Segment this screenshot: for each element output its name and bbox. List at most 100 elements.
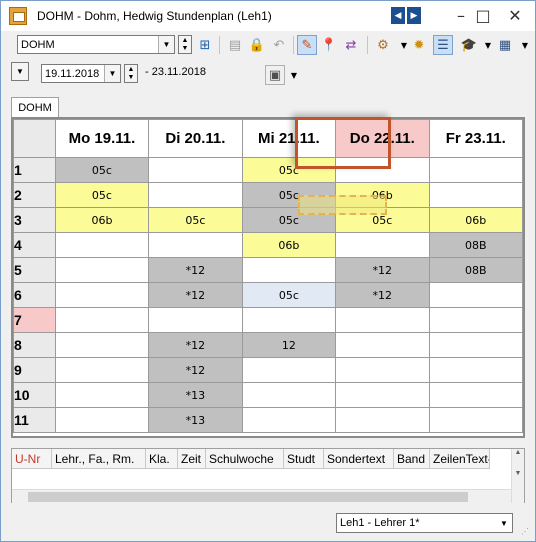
timetable-row: 9 *12 bbox=[13, 357, 524, 383]
lesson-cell[interactable] bbox=[428, 157, 524, 183]
lesson-cell[interactable]: *13 bbox=[148, 407, 243, 433]
lesson-cell[interactable]: 05c bbox=[54, 157, 150, 183]
lesson-cell[interactable] bbox=[428, 382, 524, 408]
settings-dropdown-icon[interactable]: ⚙ bbox=[373, 35, 393, 55]
lesson-cell[interactable]: 05c bbox=[54, 182, 150, 208]
detail-column-header[interactable]: Schulwoche bbox=[206, 449, 284, 469]
lesson-cell[interactable]: *13 bbox=[148, 382, 243, 408]
detail-column-header[interactable]: Zeit bbox=[178, 449, 206, 469]
lesson-cell[interactable]: 12 bbox=[241, 332, 337, 358]
day-header[interactable]: Do 22.11. bbox=[335, 119, 430, 158]
detail-column-header[interactable]: ZeilenText-2 bbox=[430, 449, 490, 469]
lesson-cell[interactable]: *12 bbox=[335, 257, 430, 283]
lesson-cell[interactable]: 05c bbox=[148, 207, 243, 233]
close-button[interactable]: ✕ bbox=[495, 1, 535, 29]
day-header[interactable]: Mo 19.11. bbox=[54, 119, 150, 158]
lesson-cell[interactable]: 06b bbox=[428, 207, 524, 233]
day-header[interactable]: Di 20.11. bbox=[148, 119, 243, 158]
lesson-cell[interactable] bbox=[54, 357, 150, 383]
lesson-cell[interactable] bbox=[335, 407, 430, 433]
resize-grip-icon[interactable]: ⋰ bbox=[521, 527, 531, 537]
lock-icon[interactable]: 🔒 bbox=[247, 35, 267, 55]
lesson-cell[interactable] bbox=[54, 257, 150, 283]
lesson-cell[interactable]: *12 bbox=[335, 282, 430, 308]
lesson-cell[interactable] bbox=[241, 357, 337, 383]
lesson-cell[interactable] bbox=[148, 232, 243, 258]
element-spinner[interactable]: ▲ ▼ bbox=[178, 35, 192, 54]
lesson-cell[interactable] bbox=[148, 307, 243, 333]
lesson-cell[interactable] bbox=[148, 157, 243, 183]
format-select[interactable]: Leh1 - Lehrer 1* ▼ bbox=[336, 513, 513, 533]
day-header[interactable]: Fr 23.11. bbox=[428, 119, 524, 158]
date-spinner[interactable]: ▲ ▼ bbox=[124, 64, 138, 83]
pin-icon[interactable]: 📍 bbox=[319, 35, 339, 55]
chevron-down-icon[interactable]: ▼ bbox=[158, 36, 174, 53]
lesson-cell[interactable] bbox=[428, 282, 524, 308]
chevron-down-icon[interactable]: ▼ bbox=[104, 65, 120, 82]
lesson-cell[interactable] bbox=[54, 232, 150, 258]
detail-column-header[interactable]: U-Nr bbox=[12, 449, 52, 469]
expand-icon[interactable]: ⊞ bbox=[195, 35, 215, 55]
chevron-down-icon[interactable]: ▼ bbox=[515, 35, 535, 55]
lesson-cell[interactable] bbox=[428, 407, 524, 433]
lesson-cell[interactable] bbox=[54, 282, 150, 308]
lesson-cell[interactable] bbox=[335, 157, 430, 183]
lesson-cell[interactable]: 05c bbox=[241, 282, 337, 308]
lesson-cell[interactable] bbox=[148, 182, 243, 208]
lesson-cell[interactable] bbox=[335, 232, 430, 258]
next-element-button[interactable]: ▶ bbox=[407, 7, 421, 24]
drop-target-cell[interactable] bbox=[298, 195, 387, 215]
lesson-cell[interactable]: 06b bbox=[241, 232, 337, 258]
lesson-cell[interactable]: *12 bbox=[148, 332, 243, 358]
lesson-cell[interactable] bbox=[428, 182, 524, 208]
vertical-scrollbar[interactable]: ▲ ▼ bbox=[511, 449, 524, 503]
gear-icon[interactable]: ✹ bbox=[409, 35, 429, 55]
lesson-cell[interactable]: *12 bbox=[148, 282, 243, 308]
undo-icon[interactable]: ↶ bbox=[269, 35, 289, 55]
lesson-cell[interactable]: *12 bbox=[148, 257, 243, 283]
detail-column-header[interactable]: Sondertext bbox=[324, 449, 394, 469]
element-select[interactable]: DOHM ▼ bbox=[17, 35, 175, 54]
detail-column-header[interactable]: Lehr., Fa., Rm. bbox=[52, 449, 146, 469]
previous-element-button[interactable]: ◀ bbox=[391, 7, 405, 24]
lesson-cell[interactable]: 08B bbox=[428, 257, 524, 283]
tab-dohm[interactable]: DOHM bbox=[11, 97, 59, 117]
detail-column-header[interactable]: Kla. bbox=[146, 449, 178, 469]
lesson-cell[interactable] bbox=[241, 382, 337, 408]
lesson-cell[interactable]: 08B bbox=[428, 232, 524, 258]
detail-column-header[interactable]: Studt bbox=[284, 449, 324, 469]
lesson-cell[interactable] bbox=[54, 332, 150, 358]
list-icon[interactable]: ☰ bbox=[433, 35, 453, 55]
swap-icon[interactable]: ⇄ bbox=[341, 35, 361, 55]
lesson-cell[interactable]: 05c bbox=[241, 157, 337, 183]
lesson-cell[interactable] bbox=[54, 407, 150, 433]
date-picker[interactable]: 19.11.2018 ▼ bbox=[41, 64, 121, 83]
lesson-cell[interactable] bbox=[241, 307, 337, 333]
chevron-down-icon[interactable]: ▼ bbox=[284, 65, 304, 85]
lesson-cell[interactable] bbox=[335, 382, 430, 408]
horizontal-scrollbar[interactable] bbox=[12, 489, 512, 503]
calendar-icon[interactable]: ▣ bbox=[265, 65, 285, 85]
lesson-cell[interactable] bbox=[428, 357, 524, 383]
copy-icon[interactable]: ▤ bbox=[225, 35, 245, 55]
lesson-cell[interactable] bbox=[428, 332, 524, 358]
detail-column-header[interactable]: Band bbox=[394, 449, 430, 469]
chevron-down-icon[interactable]: ▼ bbox=[12, 63, 28, 80]
document-icon[interactable]: ▦ bbox=[495, 35, 515, 55]
lesson-cell[interactable] bbox=[335, 357, 430, 383]
lesson-cell[interactable]: 06b bbox=[54, 207, 150, 233]
lesson-cell[interactable] bbox=[335, 307, 430, 333]
lesson-cell[interactable] bbox=[54, 307, 150, 333]
lesson-cell[interactable] bbox=[54, 382, 150, 408]
lesson-cell[interactable] bbox=[428, 307, 524, 333]
lesson-cell[interactable] bbox=[241, 407, 337, 433]
lesson-cell[interactable]: *12 bbox=[148, 357, 243, 383]
lesson-cell[interactable] bbox=[241, 257, 337, 283]
scrollbar-thumb[interactable] bbox=[28, 492, 468, 502]
lesson-cell[interactable] bbox=[335, 332, 430, 358]
day-header[interactable]: Mi 21.11. bbox=[241, 119, 337, 158]
graduation-cap-icon[interactable]: 🎓 bbox=[459, 35, 479, 55]
brush-icon[interactable]: ✎ bbox=[297, 35, 317, 55]
chevron-down-icon[interactable]: ▼ bbox=[496, 514, 512, 532]
view-menu-button[interactable]: ▼ bbox=[11, 62, 29, 81]
